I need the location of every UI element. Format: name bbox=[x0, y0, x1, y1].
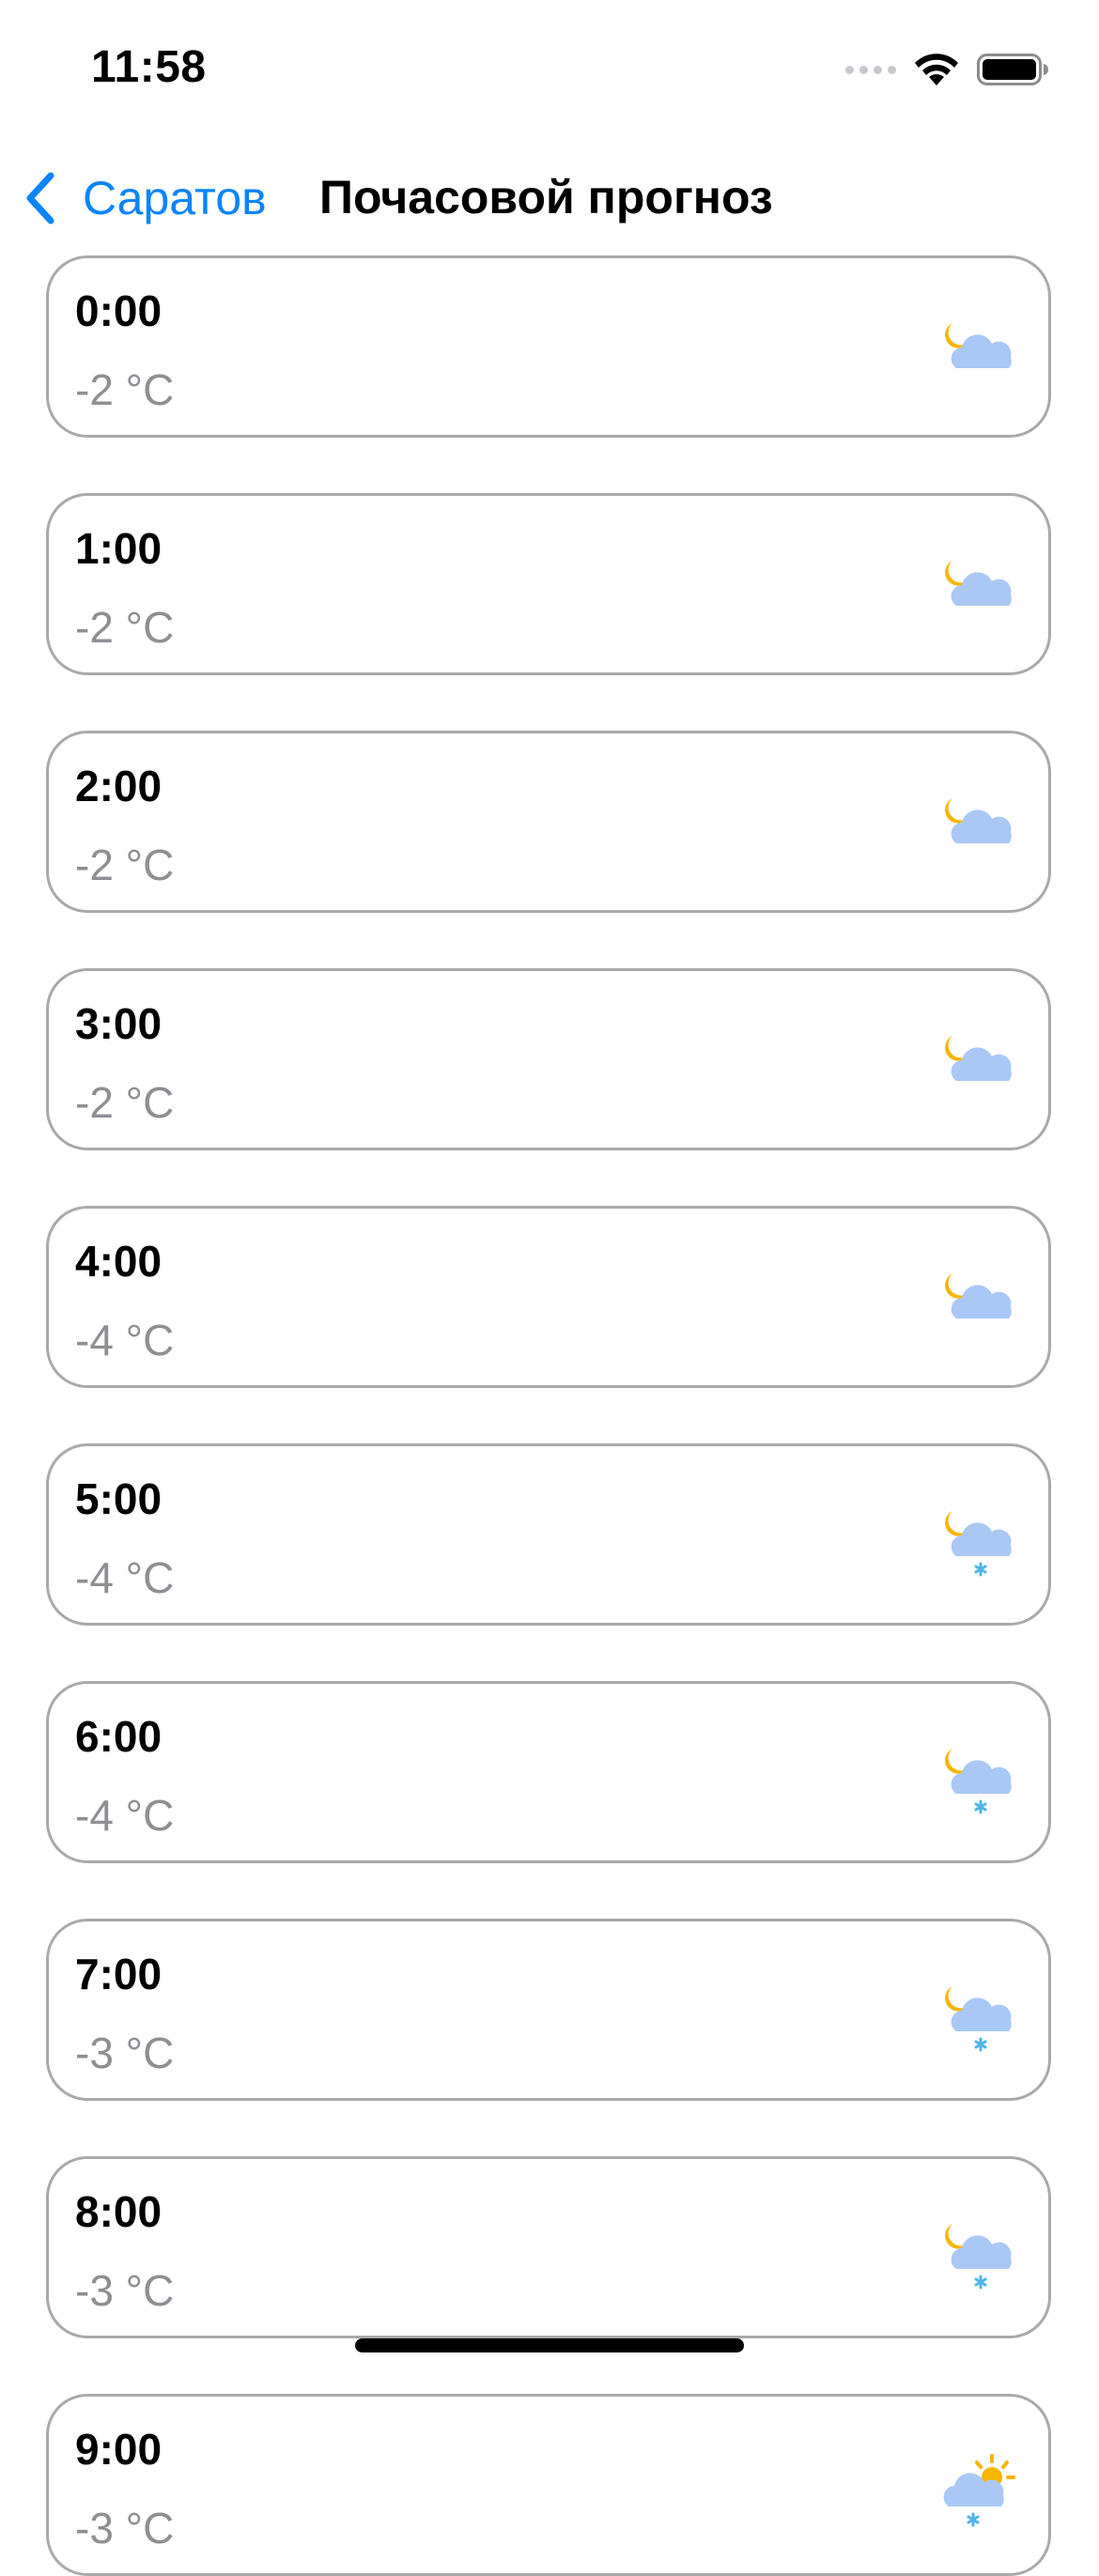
forecast-row[interactable]: 7:00 -3 °C bbox=[46, 1919, 1051, 2101]
signal-dots-icon bbox=[845, 65, 896, 74]
forecast-temperature: -3 °C bbox=[75, 2266, 175, 2315]
forecast-temperature: -3 °C bbox=[75, 2028, 175, 2077]
forecast-temperature: -2 °C bbox=[75, 841, 175, 889]
forecast-row[interactable]: 6:00 -4 °C bbox=[46, 1681, 1051, 1863]
forecast-time: 0:00 bbox=[75, 286, 163, 335]
forecast-time: 1:00 bbox=[75, 524, 163, 573]
status-icons bbox=[845, 49, 1050, 90]
moon-cloud-icon bbox=[945, 561, 1012, 606]
forecast-temperature: -4 °C bbox=[75, 1553, 175, 1602]
forecast-time: 4:00 bbox=[75, 1237, 163, 1286]
forecast-time: 3:00 bbox=[75, 999, 163, 1048]
forecast-time: 9:00 bbox=[75, 2425, 163, 2474]
moon-cloud-icon bbox=[945, 798, 1012, 843]
moon-cloud-snow-icon bbox=[945, 2224, 1012, 2290]
home-indicator[interactable] bbox=[355, 2338, 744, 2352]
moon-cloud-snow-icon bbox=[945, 1511, 1012, 1577]
forecast-temperature: -2 °C bbox=[75, 1078, 175, 1127]
battery-icon bbox=[977, 54, 1048, 85]
moon-cloud-icon bbox=[945, 1036, 1012, 1081]
navigation-bar: Саратов Почасовой прогноз bbox=[0, 141, 1099, 254]
forecast-row[interactable]: 9:00 -3 °C bbox=[46, 2394, 1051, 2576]
forecast-time: 5:00 bbox=[75, 1474, 163, 1523]
forecast-temperature: -3 °C bbox=[75, 2504, 175, 2553]
moon-cloud-snow-icon bbox=[945, 1749, 1012, 1814]
status-time: 11:58 bbox=[91, 42, 207, 92]
sun-cloud-snow-icon bbox=[943, 2454, 1015, 2527]
back-button[interactable]: Саратов bbox=[23, 165, 267, 231]
forecast-time: 2:00 bbox=[75, 762, 163, 810]
forecast-row[interactable]: 4:00 -4 °C bbox=[46, 1206, 1051, 1388]
forecast-temperature: -4 °C bbox=[75, 1316, 175, 1365]
chevron-left-icon bbox=[26, 172, 54, 224]
wifi-icon bbox=[915, 54, 958, 85]
forecast-time: 6:00 bbox=[75, 1712, 163, 1761]
forecast-temperature: -4 °C bbox=[75, 1791, 175, 1840]
forecast-time: 8:00 bbox=[75, 2187, 163, 2236]
forecast-temperature: -2 °C bbox=[75, 603, 175, 652]
moon-cloud-icon bbox=[945, 1273, 1012, 1319]
forecast-row[interactable]: 0:00 -2 °C bbox=[46, 255, 1051, 438]
back-button-label: Саратов bbox=[83, 172, 267, 224]
forecast-temperature: -2 °C bbox=[75, 365, 175, 414]
status-bar: 11:58 bbox=[0, 0, 1099, 141]
forecast-row[interactable]: 8:00 -3 °C bbox=[46, 2156, 1051, 2338]
forecast-row[interactable]: 2:00 -2 °C bbox=[46, 731, 1051, 913]
forecast-time: 7:00 bbox=[75, 1950, 163, 1998]
forecast-row[interactable]: 3:00 -2 °C bbox=[46, 968, 1051, 1150]
page-title: Почасовой прогноз bbox=[319, 171, 773, 224]
forecast-row[interactable]: 5:00 -4 °C bbox=[46, 1443, 1051, 1626]
moon-cloud-snow-icon bbox=[945, 1986, 1012, 2052]
moon-cloud-icon bbox=[945, 323, 1012, 368]
forecast-row[interactable]: 1:00 -2 °C bbox=[46, 493, 1051, 675]
